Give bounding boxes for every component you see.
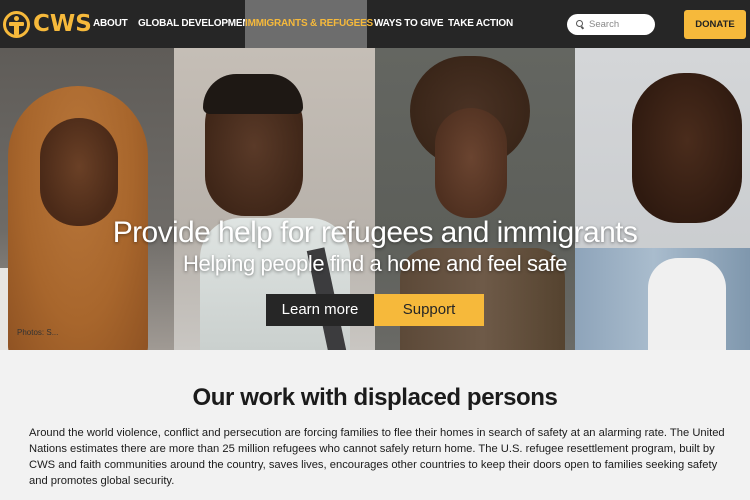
hero-banner: Provide help for refugees and immigrants… xyxy=(0,48,750,350)
nav-item-immigrants-refugees[interactable]: IMMIGRANTS & REFUGEES xyxy=(245,0,373,48)
photo-credit: Photos: S... xyxy=(17,328,59,337)
hero-title: Provide help for refugees and immigrants xyxy=(112,216,638,249)
hero-photo-woman-hijab xyxy=(0,48,174,350)
search-input[interactable] xyxy=(589,19,655,30)
nav-item-take-action[interactable]: TAKE ACTION xyxy=(448,0,513,48)
logo-text: CWS xyxy=(33,11,92,37)
photo-detail xyxy=(435,108,507,218)
search-icon xyxy=(576,20,585,29)
nav-item-global-development[interactable]: GLOBAL DEVELOPMENT xyxy=(138,0,256,48)
nav-item-about[interactable]: ABOUT xyxy=(93,0,128,48)
section-body-text: Around the world violence, conflict and … xyxy=(29,427,725,487)
cws-logo-icon xyxy=(3,10,30,38)
learn-more-button[interactable]: Learn more xyxy=(266,294,374,326)
top-navigation: CWS ABOUT GLOBAL DEVELOPMENT IMMIGRANTS … xyxy=(0,0,750,48)
donate-button[interactable]: DONATE xyxy=(684,10,746,39)
hero-subtitle: Helping people find a home and feel safe xyxy=(183,251,567,276)
search-box[interactable] xyxy=(567,14,655,35)
photo-detail xyxy=(203,74,303,114)
support-button[interactable]: Support xyxy=(374,294,484,326)
cws-logo[interactable]: CWS xyxy=(3,8,92,40)
section-heading: Our work with displaced persons xyxy=(192,384,558,411)
photo-detail xyxy=(632,73,742,223)
nav-item-ways-to-give[interactable]: WAYS TO GIVE xyxy=(374,0,443,48)
